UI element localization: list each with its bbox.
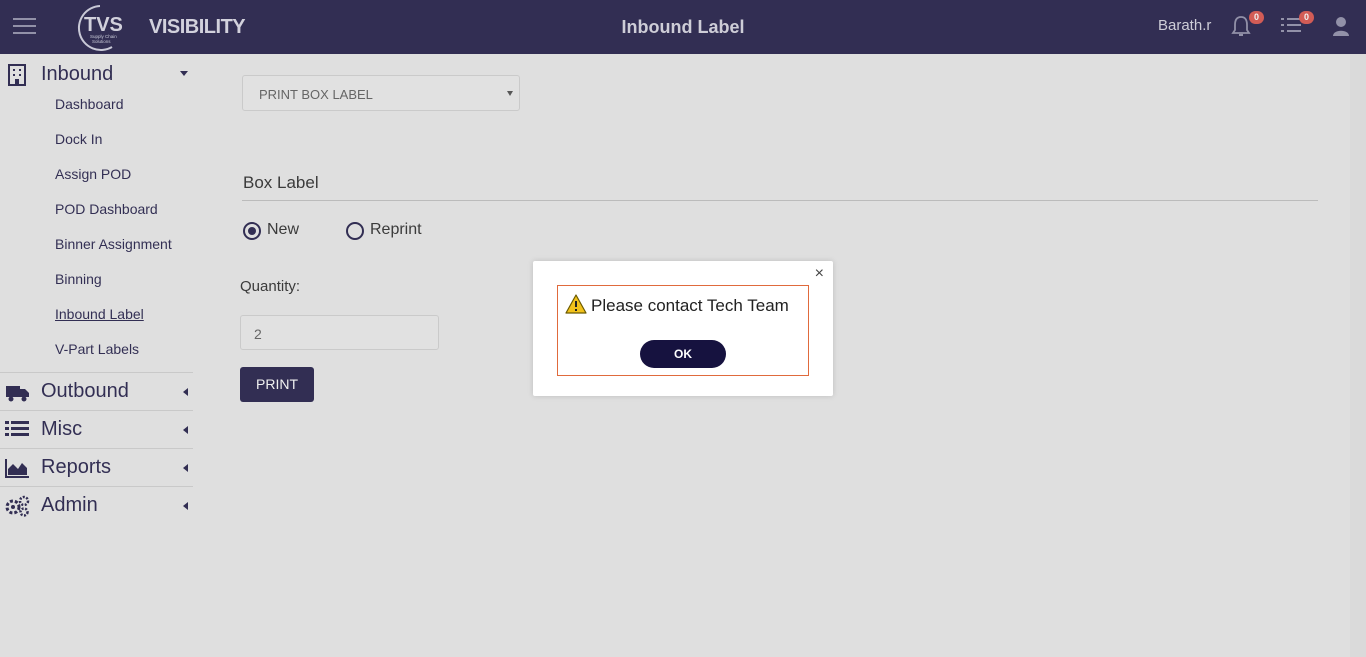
close-icon[interactable]: ×	[815, 265, 824, 283]
alert-box: Please contact Tech Team OK	[557, 285, 809, 376]
alert-dialog: × Please contact Tech Team OK	[533, 261, 833, 396]
alert-message: Please contact Tech Team	[591, 296, 789, 315]
ok-button[interactable]: OK	[640, 340, 726, 368]
warning-icon	[565, 294, 587, 314]
